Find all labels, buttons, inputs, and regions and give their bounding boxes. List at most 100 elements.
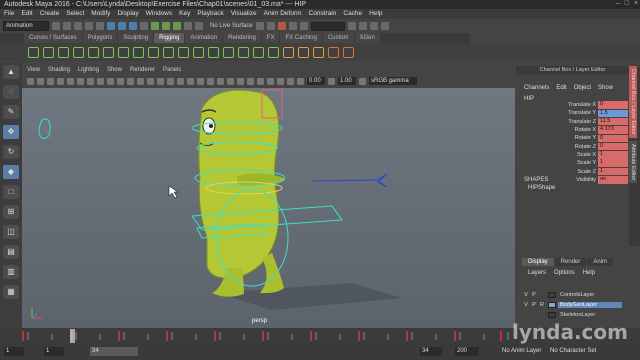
grease-pencil-icon[interactable] [77, 77, 84, 85]
2d-pan-icon[interactable] [67, 77, 74, 85]
rotate-tool-icon[interactable]: ↻ [3, 145, 19, 159]
save-scene-icon[interactable] [74, 22, 82, 30]
undo-icon[interactable] [85, 22, 93, 30]
render-settings-icon[interactable] [288, 22, 297, 30]
shelf-tab-sculpting[interactable]: Sculpting [118, 33, 154, 43]
anti-aliasing-icon[interactable] [237, 77, 244, 85]
viewport-panel[interactable]: persp [22, 88, 515, 328]
symmetry-icon[interactable] [255, 22, 264, 30]
layer-playback-toggle[interactable]: P [530, 302, 538, 308]
select-object-icon[interactable] [118, 22, 126, 30]
blend-shape-icon[interactable] [148, 46, 159, 58]
motion-blur-icon[interactable] [227, 77, 234, 85]
channel-row[interactable]: Translate Y 1.5 [516, 109, 628, 118]
wrap-icon[interactable] [133, 46, 144, 58]
viewport-menu-panels[interactable]: Panels [163, 66, 181, 75]
menu-visualize[interactable]: Visualize [231, 9, 257, 19]
snap-grid-icon[interactable] [151, 22, 159, 30]
shelf-tab-rendering[interactable]: Rendering [223, 33, 261, 43]
shelf-tab-animation[interactable]: Animation [185, 33, 223, 43]
side-tab-attribute-editor[interactable]: Attribute Editor [629, 140, 637, 184]
anim-layer-dropdown[interactable]: No Anim Layer [500, 347, 545, 356]
layer-menu-help[interactable]: Help [583, 270, 595, 276]
layer-reference-toggle[interactable]: R [538, 302, 546, 308]
anim-end-field[interactable]: 34 [420, 347, 442, 356]
channel-value-field[interactable]: 1 [598, 151, 628, 159]
playback-end-field[interactable]: 200 [455, 347, 479, 356]
close-button[interactable]: × [634, 0, 638, 9]
shadows-icon[interactable] [207, 77, 214, 85]
isolate-select-icon[interactable] [257, 77, 264, 85]
view-transform-dropdown[interactable]: sRGB gamma [369, 77, 417, 85]
gate-mask-icon[interactable] [117, 77, 124, 85]
layer-row[interactable]: V P ControlsLayer [522, 290, 622, 299]
image-plane-icon[interactable] [57, 77, 64, 85]
shelf-tab-polygons[interactable]: Polygons [82, 33, 118, 43]
channel-box-menu-show[interactable]: Show [598, 85, 613, 91]
add-icon[interactable] [328, 46, 339, 58]
command-input[interactable] [310, 21, 345, 31]
layer-visibility-toggle[interactable]: V [522, 302, 530, 308]
channel-row[interactable]: Scale Z1 [516, 167, 628, 176]
depth-of-field-icon[interactable] [247, 77, 254, 85]
wireframe-on-shaded-icon[interactable] [177, 77, 184, 85]
menu-create[interactable]: Create [40, 9, 60, 19]
open-scene-icon[interactable] [63, 22, 71, 30]
menu-anim-deform[interactable]: Anim Deform [264, 9, 302, 19]
paint-select-icon[interactable]: ✎ [3, 105, 19, 119]
lasso-tool-icon[interactable]: ◌ [3, 85, 19, 99]
channel-row[interactable]: Scale X1 [516, 151, 628, 159]
scale-tool-icon[interactable]: ◆ [3, 165, 19, 179]
remove-icon[interactable] [343, 46, 354, 58]
menu-select[interactable]: Select [66, 9, 84, 19]
channel-value-field[interactable]: 11.5 [598, 117, 628, 126]
parent-constraint-icon[interactable] [193, 46, 204, 58]
camera-attributes-icon[interactable] [37, 77, 44, 85]
channel-value-field[interactable]: 0 [598, 101, 628, 109]
bind-skin-icon[interactable] [73, 46, 84, 58]
hik-icon[interactable] [283, 46, 294, 58]
textured-icon[interactable] [187, 77, 194, 85]
layer-playback-toggle[interactable]: P [530, 292, 538, 298]
viewport-menu-shading[interactable]: Shading [48, 66, 70, 75]
layout-graph-icon[interactable]: ▥ [3, 265, 19, 279]
locator-icon[interactable] [178, 46, 189, 58]
aim-constraint-icon[interactable] [238, 46, 249, 58]
channel-row[interactable]: Scale Y1 [516, 159, 628, 167]
film-gate-icon[interactable] [97, 77, 104, 85]
channel-value-field[interactable]: 1.5 [598, 109, 628, 118]
color-management-icon[interactable] [359, 77, 366, 85]
menu-constrain[interactable]: Constrain [309, 9, 337, 19]
grid-icon[interactable] [87, 77, 94, 85]
select-tool-icon[interactable]: ▲ [3, 65, 19, 79]
select-component-icon[interactable] [129, 22, 137, 30]
layout-outliner-icon[interactable]: ▤ [3, 245, 19, 259]
move-tool-icon[interactable]: ✥ [3, 125, 19, 139]
ambient-occlusion-icon[interactable] [217, 77, 224, 85]
menu-edit[interactable]: Edit [21, 9, 32, 19]
character-right-leg[interactable] [260, 253, 284, 294]
smooth-shade-icon[interactable] [167, 77, 174, 85]
layer-row[interactable]: SkeletonLayer [522, 310, 622, 319]
xray-components-icon[interactable] [287, 77, 294, 85]
snap-point-icon[interactable] [173, 22, 181, 30]
menu-cache[interactable]: Cache [343, 9, 362, 19]
menu-playback[interactable]: Playback [197, 9, 223, 19]
toggle-tool-settings-icon[interactable] [369, 22, 378, 30]
layer-row[interactable]: V P R BodyGeoLayer [522, 300, 622, 309]
layer-tab-render[interactable]: Render [554, 258, 587, 266]
pole-vector-icon[interactable] [253, 46, 264, 58]
range-start-field[interactable]: 1 [4, 347, 24, 356]
select-hierarchy-icon[interactable] [107, 22, 115, 30]
cluster-icon[interactable] [103, 46, 114, 58]
viewport-menu-show[interactable]: Show [107, 66, 122, 75]
toggle-attribute-editor-icon[interactable] [358, 22, 367, 30]
current-time-indicator[interactable] [70, 329, 75, 343]
exposure-icon[interactable] [297, 77, 304, 85]
shelf-tab-curves-surfaces[interactable]: Curves / Surfaces [24, 33, 82, 43]
menu-key[interactable]: Key [179, 9, 190, 19]
point-constraint-icon[interactable] [208, 46, 219, 58]
character-arm[interactable] [237, 173, 285, 186]
xray-icon[interactable] [267, 77, 274, 85]
menu-display[interactable]: Display [117, 9, 138, 19]
